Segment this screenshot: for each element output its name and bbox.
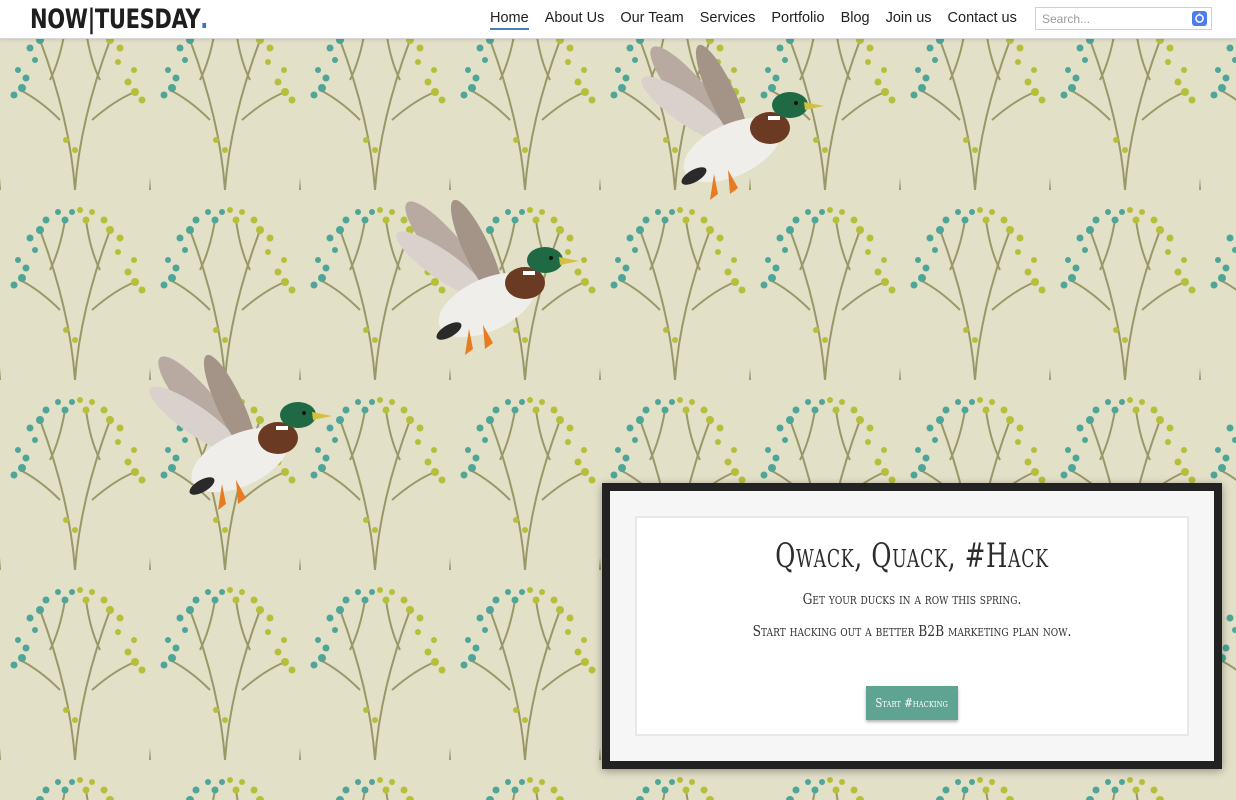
search-box <box>1035 7 1212 30</box>
brand-name: NOW|TUESDAY <box>30 3 201 35</box>
promo-line-1: Get your ducks in a row this spring. <box>802 590 1022 608</box>
start-hacking-label: Start #hacking <box>875 696 949 710</box>
nav-our-team[interactable]: Our Team <box>612 0 691 38</box>
promo-headline: Qwack, Quack, #Hack <box>775 536 1049 576</box>
nav-home[interactable]: Home <box>482 0 537 38</box>
start-hacking-button[interactable]: Start #hacking <box>866 686 958 720</box>
nav-portfolio[interactable]: Portfolio <box>763 0 832 38</box>
nav-blog[interactable]: Blog <box>833 0 878 38</box>
brand-logo[interactable]: NOW|TUESDAY. <box>30 1 208 37</box>
search-input[interactable] <box>1042 9 1192 29</box>
brand-dot: . <box>200 3 208 35</box>
search-submit-icon[interactable] <box>1192 11 1207 26</box>
nav-about-us[interactable]: About Us <box>537 0 613 38</box>
main-menu: Home About Us Our Team Services Portfoli… <box>482 0 1025 38</box>
promo-card: Qwack, Quack, #Hack Get your ducks in a … <box>602 483 1222 769</box>
promo-card-inner: Qwack, Quack, #Hack Get your ducks in a … <box>635 516 1189 736</box>
nav-contact-us[interactable]: Contact us <box>940 0 1025 38</box>
promo-line-2: Start hacking out a better B2B marketing… <box>752 622 1072 640</box>
top-navbar: NOW|TUESDAY. Home About Us Our Team Serv… <box>0 0 1236 39</box>
search-icon <box>1195 13 1204 23</box>
nav-services[interactable]: Services <box>692 0 764 38</box>
nav-join-us[interactable]: Join us <box>878 0 940 38</box>
